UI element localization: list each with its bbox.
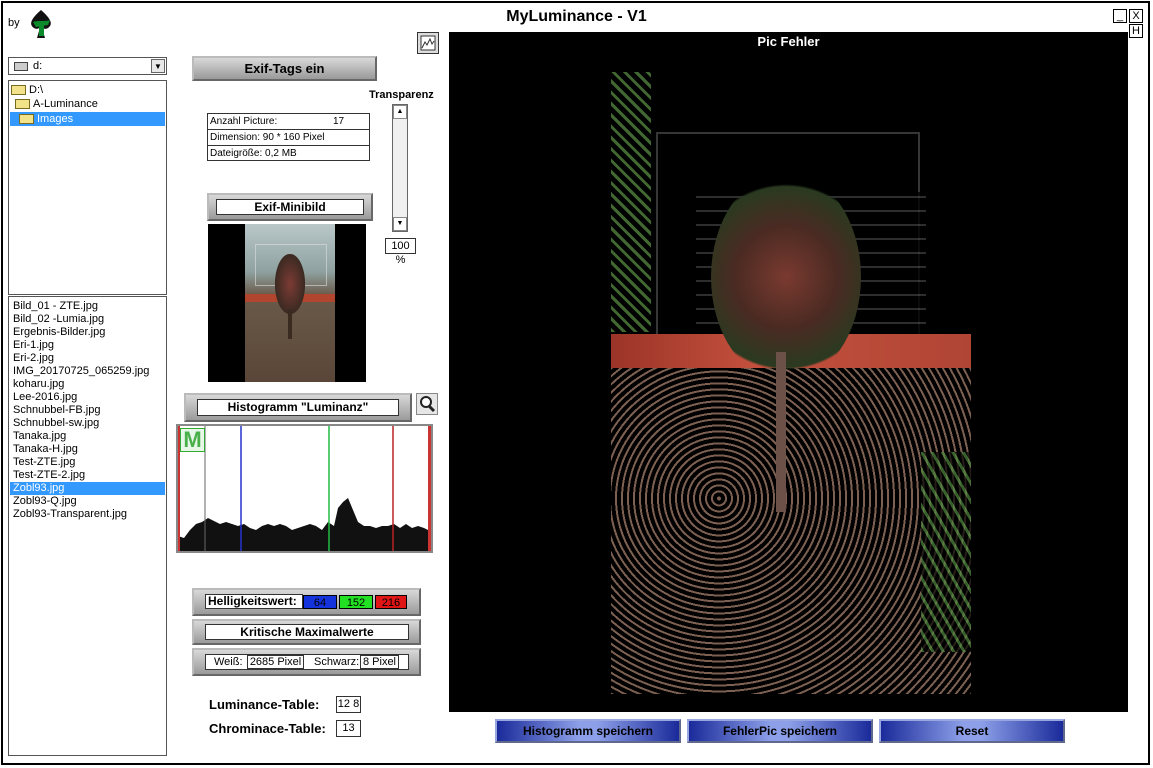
dir-label: D:\ — [29, 84, 44, 96]
histogram-svg — [178, 426, 431, 551]
exif-tags-button[interactable]: Exif-Tags ein — [192, 56, 377, 81]
list-item[interactable]: Tanaka-H.jpg — [13, 443, 78, 456]
histogram-title: Histogramm "Luminanz" — [197, 399, 399, 416]
critical-panel: Kritische Maximalwerte — [192, 619, 421, 645]
dir-item-images[interactable]: Images — [10, 112, 165, 126]
folder-open-icon — [19, 114, 34, 125]
list-item[interactable]: IMG_20170725_065259.jpg — [13, 365, 149, 378]
picture-count-row: Anzahl Picture: 17 — [208, 114, 369, 130]
filesize-row: Dateigröße: 0,2 MB — [210, 148, 297, 159]
list-item[interactable]: Eri-2.jpg — [13, 352, 54, 365]
error-picture — [611, 72, 971, 694]
save-histogram-button[interactable]: Histogramm speichern — [495, 719, 681, 743]
close-button[interactable]: X — [1129, 9, 1143, 23]
transparency-label: Transparenz — [369, 89, 434, 101]
dir-label: A-Luminance — [33, 98, 98, 110]
help-button[interactable]: H — [1129, 24, 1143, 38]
white-label: Weiß: — [214, 656, 243, 668]
picture-count-label: Anzahl Picture: — [210, 116, 278, 127]
minimize-button[interactable]: _ — [1113, 9, 1127, 23]
dir-item-root[interactable]: D:\ — [11, 83, 43, 97]
dir-label: Images — [37, 113, 74, 125]
list-item[interactable]: Tanaka.jpg — [13, 430, 66, 443]
drive-select[interactable]: d: ▼ — [8, 57, 167, 75]
white-value: 2685 Pixel — [247, 655, 304, 669]
critical-label: Kritische Maximalwerte — [205, 624, 409, 640]
chrominance-table-value[interactable]: 13 — [336, 720, 361, 737]
exif-minibild-panel: Exif-Minibild — [207, 193, 373, 221]
scroll-down-icon[interactable]: ▼ — [393, 217, 407, 231]
exif-minibild-label: Exif-Minibild — [216, 199, 364, 215]
pic-error-frame: Pic Fehler — [449, 32, 1128, 712]
exif-thumbnail — [208, 224, 366, 382]
brightness-blue: 64 — [303, 595, 337, 609]
file-list[interactable]: Bild_01 - ZTE.jpg Bild_02 -Lumia.jpg Erg… — [8, 296, 167, 756]
histogram-chart: M — [176, 424, 433, 553]
list-item[interactable]: Zobl93-Q.jpg — [13, 495, 77, 508]
marker-m-badge[interactable]: M — [180, 428, 205, 452]
transparency-scrollbar[interactable]: ▲ ▼ — [392, 104, 408, 232]
chart-icon[interactable] — [417, 32, 439, 54]
transparency-value[interactable]: 100 % — [385, 238, 416, 266]
brightness-panel: Helligkeitswert: 64 152 216 — [192, 588, 421, 616]
magnifier-icon[interactable] — [416, 393, 438, 415]
brightness-label: Helligkeitswert: — [205, 594, 303, 609]
folder-open-icon — [11, 85, 26, 96]
list-item-selected[interactable]: Zobl93.jpg — [10, 482, 165, 495]
list-item[interactable]: Eri-1.jpg — [13, 339, 54, 352]
pic-title: Pic Fehler — [757, 34, 820, 49]
drive-icon — [14, 62, 28, 71]
brightness-green: 152 — [339, 595, 373, 609]
luminance-table-label: Luminance-Table: — [209, 697, 320, 712]
list-item[interactable]: Schnubbel-FB.jpg — [13, 404, 100, 417]
directory-tree[interactable]: D:\ A-Luminance Images — [8, 80, 167, 295]
white-black-box: Weiß: 2685 Pixel Schwarz: 8 Pixel — [205, 654, 409, 670]
list-item[interactable]: Test-ZTE-2.jpg — [13, 469, 85, 482]
drive-value: d: — [33, 60, 43, 72]
folder-open-icon — [15, 99, 30, 110]
window-title: MyLuminance - V1 — [506, 8, 647, 25]
right-edge — [428, 426, 431, 551]
reset-button[interactable]: Reset — [879, 719, 1065, 743]
black-value: 8 Pixel — [360, 655, 399, 669]
list-item[interactable]: Schnubbel-sw.jpg — [13, 417, 99, 430]
list-item[interactable]: Bild_01 - ZTE.jpg — [13, 300, 98, 313]
scroll-up-icon[interactable]: ▲ — [393, 105, 407, 119]
brightness-red: 216 — [375, 595, 407, 609]
save-error-pic-button[interactable]: FehlerPic speichern — [687, 719, 873, 743]
luminance-table-value[interactable]: 12 8 — [336, 696, 361, 713]
dir-item-a-luminance[interactable]: A-Luminance — [15, 97, 98, 111]
list-item[interactable]: koharu.jpg — [13, 378, 64, 391]
list-item[interactable]: Test-ZTE.jpg — [13, 456, 75, 469]
chevron-down-icon[interactable]: ▼ — [151, 59, 165, 73]
list-item[interactable]: Ergebnis-Bilder.jpg — [13, 326, 105, 339]
picture-count-value: 17 — [333, 116, 345, 127]
thumbnail-image — [245, 224, 335, 382]
list-item[interactable]: Bild_02 -Lumia.jpg — [13, 313, 104, 326]
histogram-title-panel: Histogramm "Luminanz" — [184, 393, 412, 422]
black-label: Schwarz: — [314, 656, 360, 668]
list-item[interactable]: Lee-2016.jpg — [13, 391, 77, 404]
dimension-row: Dimension: 90 * 160 Pixel — [208, 130, 369, 146]
white-black-panel: Weiß: 2685 Pixel Schwarz: 8 Pixel — [192, 648, 421, 676]
chrominance-table-label: Chrominace-Table: — [209, 721, 326, 736]
list-item[interactable]: Zobl93-Transparent.jpg — [13, 508, 127, 521]
info-table: Anzahl Picture: 17 Dimension: 90 * 160 Pi… — [207, 113, 370, 161]
